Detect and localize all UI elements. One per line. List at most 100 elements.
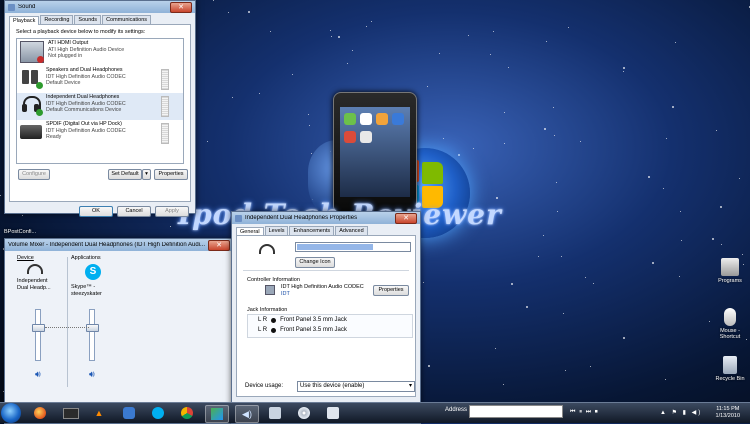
column-divider [67, 257, 68, 387]
playback-panel: Select a playback device below to modify… [9, 24, 191, 202]
vlc-icon[interactable]: ▲ [88, 405, 110, 421]
tab-advanced[interactable]: Advanced [335, 226, 368, 235]
device-item[interactable]: ATI HDMI Output ATI High Definition Audio… [17, 39, 183, 66]
media-controls[interactable]: ⏮ ⏸ ⏭ ⏹ [570, 409, 599, 416]
desktop-icon-recycle-bin[interactable]: Recycle Bin [710, 356, 750, 382]
clock-date: 1/13/2010 [715, 412, 740, 419]
mixer-titlebar[interactable]: Volume Mixer - Independent Dual Headphon… [5, 239, 233, 251]
desktop-icon-label: Programs [718, 278, 742, 284]
desktop-icon-mouse-shortcut[interactable]: Mouse - Shortcut [710, 308, 750, 340]
window-title: Independent Dual Headphones Properties [245, 215, 358, 221]
jack-list: L R Front Panel 3.5 mm Jack L R Front Pa… [247, 314, 413, 338]
change-icon-button[interactable]: Change Icon [295, 257, 335, 268]
desktop-icon-programs[interactable]: Programs [710, 258, 750, 284]
device-status: Not plugged in [48, 53, 83, 59]
peak-link-line [45, 327, 89, 328]
close-button[interactable]: ✕ [395, 212, 417, 224]
tab-playback[interactable]: Playback [9, 16, 40, 25]
device-volume-slider[interactable] [32, 309, 45, 361]
app-label[interactable]: Skype™ - steezyskater [71, 284, 107, 298]
media-disc-icon[interactable] [293, 405, 315, 421]
controller-chip-icon [265, 285, 275, 295]
device-status: Ready [46, 134, 62, 140]
media-player-icon[interactable] [60, 405, 82, 421]
monitor-icon [20, 41, 44, 63]
sound-dialog: Sound ✕ Playback Recording Sounds Commun… [4, 0, 196, 217]
device-usage-label: Device usage: [245, 383, 284, 389]
level-meter [161, 123, 169, 144]
tab-communications[interactable]: Communications [102, 15, 152, 24]
sound-titlebar[interactable]: Sound ✕ [5, 1, 195, 13]
app-mute-speaker-icon[interactable]: 🔊︎ [89, 369, 95, 380]
messenger-icon[interactable] [118, 405, 140, 421]
applications-header: Applications [71, 255, 101, 261]
jack-plug-icon [271, 327, 277, 333]
set-default-button[interactable]: Set Default [108, 169, 142, 180]
slider-thumb[interactable] [32, 324, 45, 332]
taskbar: ▲ ◀) Address 11:15 PM 1/13/2010 ⏮ ⏸ ⏭ ⏹ … [0, 402, 750, 423]
jack-label: Front Panel 3.5 mm Jack [280, 327, 347, 333]
device-status: Default Device [46, 80, 81, 86]
jack-label: Front Panel 3.5 mm Jack [280, 317, 347, 323]
start-button[interactable] [1, 403, 21, 423]
recycle-bin-icon [723, 356, 737, 374]
device-header: Device [17, 255, 34, 261]
window-title: Sound [18, 4, 36, 10]
apply-button[interactable]: Apply [155, 206, 189, 217]
tray-icons[interactable]: ▲ ⚑ ▮ ◀) [660, 409, 702, 416]
desktop-icon-label: Recycle Bin [715, 376, 745, 382]
desktop-icon-label: Mouse - Shortcut [719, 328, 741, 340]
close-button[interactable]: ✕ [208, 239, 230, 251]
device-mute-speaker-icon[interactable]: 🔊︎ [35, 369, 41, 380]
phone-badge-icon [36, 109, 43, 116]
jack-channels: L R [258, 327, 268, 333]
speaker-properties-icon[interactable] [264, 405, 286, 421]
device-usage-value: Use this device (enable) [300, 383, 365, 389]
configure-button[interactable]: Configure [18, 169, 50, 180]
device-name: Speakers and Dual Headphones [46, 67, 123, 73]
mixer-icon[interactable] [322, 405, 344, 421]
chevron-down-icon: ▾ [408, 383, 412, 389]
device-label[interactable]: Independent Dual Headp... [17, 278, 57, 292]
controller-name: IDT High Definition Audio CODEC [281, 284, 364, 290]
ok-button[interactable]: OK [79, 206, 113, 217]
tab-sounds[interactable]: Sounds [74, 15, 102, 24]
device-item[interactable]: Speakers and Dual Headphones IDT High Def… [17, 66, 183, 93]
tab-recording[interactable]: Recording [40, 15, 74, 24]
controller-vendor: IDT [281, 291, 290, 297]
headphones-icon [20, 95, 43, 116]
sound-tabs: Playback Recording Sounds Communications [5, 13, 195, 25]
properties-button[interactable]: Properties [154, 169, 188, 180]
device-usage-select[interactable]: Use this device (enable) ▾ [297, 381, 415, 392]
properties-titlebar[interactable]: Independent Dual Headphones Properties ✕ [232, 212, 420, 224]
tab-levels[interactable]: Levels [264, 226, 289, 235]
headphones-icon [27, 264, 43, 274]
tab-enhancements[interactable]: Enhancements [289, 226, 335, 235]
desktop-icon-label-fragment[interactable]: BPostConfi... [4, 229, 36, 235]
controller-properties-button[interactable]: Properties [373, 285, 409, 296]
jack-channels: L R [258, 317, 268, 323]
jack-row: L R Front Panel 3.5 mm Jack [258, 327, 347, 333]
set-default-dropdown[interactable]: ▾ [142, 169, 151, 180]
slider-thumb[interactable] [86, 324, 99, 332]
general-panel: Independent Dual Headphones Change Icon … [236, 235, 416, 397]
skype-icon[interactable] [147, 405, 169, 421]
window-title: Volume Mixer - Independent Dual Headphon… [8, 242, 206, 248]
address-bar-input[interactable] [469, 405, 563, 418]
speakers-icon [20, 68, 43, 89]
address-label: Address [445, 407, 468, 413]
system-clock[interactable]: 11:15 PM 1/13/2010 [716, 406, 740, 419]
applications-column: Applications S Skype™ - steezyskater [71, 255, 107, 298]
device-item-selected[interactable]: Independent Dual Headphones IDT High Defi… [17, 93, 183, 120]
chrome-icon[interactable] [176, 405, 198, 421]
firefox-icon[interactable] [29, 405, 51, 421]
cancel-button[interactable]: Cancel [117, 206, 151, 217]
device-item[interactable]: SPDIF (Digital Out via HP Dock) IDT High … [17, 120, 183, 147]
app-volume-slider[interactable] [86, 309, 99, 361]
close-button[interactable]: ✕ [170, 1, 192, 13]
level-meter [161, 96, 169, 117]
jack-header: Jack Information [247, 307, 288, 313]
sound-icon[interactable]: ◀) [235, 405, 259, 423]
control-panel-icon[interactable] [205, 405, 229, 423]
level-meter [161, 69, 169, 90]
